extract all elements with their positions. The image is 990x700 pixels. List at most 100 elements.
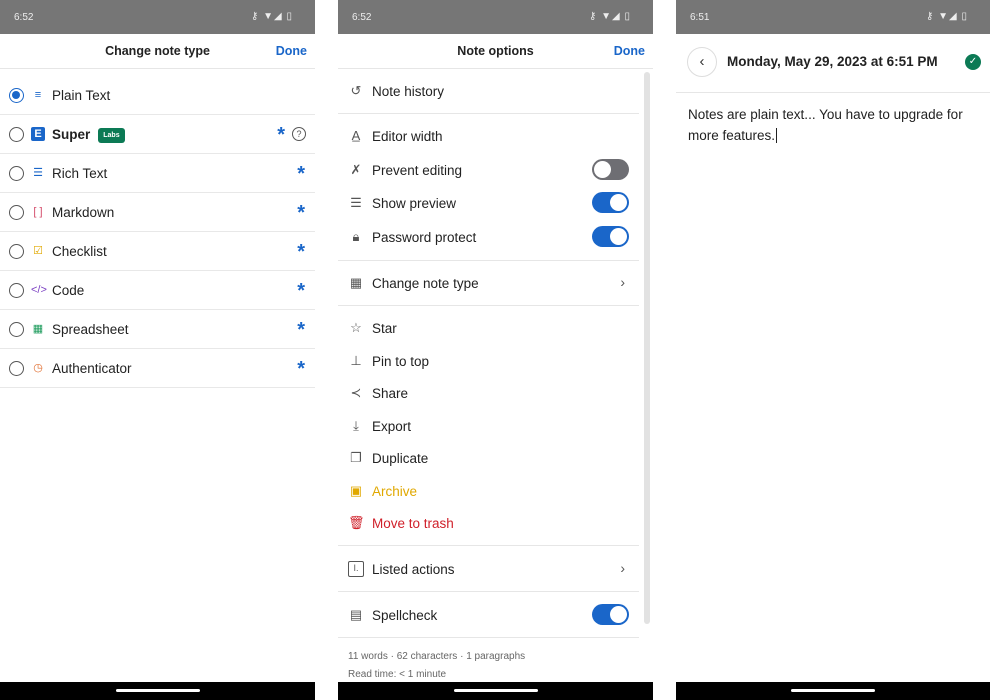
show-preview-item[interactable]: ☰ Show preview	[338, 188, 639, 218]
star-item[interactable]: ☆ Star	[338, 313, 639, 343]
radio-button[interactable]	[9, 127, 24, 142]
note-type-option[interactable]: ≡ Plain Text	[0, 76, 315, 115]
prevent-editing-toggle[interactable]	[592, 159, 629, 180]
spellcheck-item[interactable]: ▤ Spellcheck	[338, 600, 639, 630]
radio-button[interactable]	[9, 88, 24, 103]
note-body-text: Notes are plain text... You have to upgr…	[688, 107, 963, 143]
note-type-label: Plain Text	[52, 88, 110, 103]
note-title[interactable]: Monday, May 29, 2023 at 6:51 PM	[727, 54, 938, 69]
note-body-editor[interactable]: Notes are plain text... You have to upgr…	[688, 104, 978, 146]
note-type-icon: ◷	[33, 362, 43, 374]
note-type-option[interactable]: </> Code *	[0, 271, 315, 310]
editor-screen: 6:51 ⚷ ▼◢ ▯ ‹ Monday, May 29, 2023 at 6:5…	[676, 0, 990, 700]
note-type-option[interactable]: E Super Labs *?	[0, 115, 315, 154]
label-text: Spreadsheet	[52, 322, 129, 337]
divider	[676, 92, 990, 93]
listed-actions-item[interactable]: I. Listed actions ›	[338, 554, 639, 584]
note-type-icon: ☑	[33, 245, 43, 257]
label-text: Checklist	[52, 244, 107, 259]
archive-icon: ▣	[349, 483, 363, 498]
show-preview-toggle[interactable]	[592, 192, 629, 213]
note-type-option[interactable]: ☑ Checklist *	[0, 232, 315, 271]
item-label: Password protect	[372, 230, 477, 245]
prevent-editing-item[interactable]: ✗ Prevent editing	[338, 155, 639, 185]
text-cursor	[776, 128, 778, 143]
help-icon[interactable]: ?	[292, 127, 306, 141]
note-type-option[interactable]: [ ] Markdown *	[0, 193, 315, 232]
document-icon: ▤	[349, 607, 363, 622]
note-history-item[interactable]: ↺ Note history	[338, 76, 639, 106]
export-item[interactable]: ⤓ Export	[338, 411, 639, 441]
radio-button[interactable]	[9, 166, 24, 181]
item-label: Move to trash	[372, 516, 454, 531]
pin-item[interactable]: ⊥ Pin to top	[338, 346, 639, 376]
divider	[338, 305, 639, 306]
password-protect-item[interactable]: 🔒︎ Password protect	[338, 222, 639, 252]
header: Change note type Done	[0, 34, 315, 69]
premium-asterisk-icon: *	[297, 280, 305, 302]
back-button[interactable]: ‹	[687, 47, 717, 77]
saved-check-icon: ✓	[965, 54, 981, 70]
radio-button[interactable]	[9, 283, 24, 298]
radio-button[interactable]	[9, 322, 24, 337]
nav-bar	[338, 682, 653, 700]
editor-width-item[interactable]: A̲ Editor width	[338, 121, 639, 151]
label-text: Rich Text	[52, 166, 108, 181]
radio-button[interactable]	[9, 205, 24, 220]
radio-button[interactable]	[9, 244, 24, 259]
note-type-icon: [ ]	[33, 206, 43, 218]
status-time: 6:51	[690, 12, 710, 23]
chevron-right-icon: ›	[620, 274, 625, 290]
premium-asterisk-icon: *	[277, 124, 285, 146]
divider	[338, 637, 639, 638]
lock-icon: 🔒︎	[352, 229, 360, 244]
note-type-option[interactable]: ☰ Rich Text *	[0, 154, 315, 193]
star-icon: ☆	[350, 320, 362, 335]
header: Note options Done	[338, 34, 653, 69]
done-button[interactable]: Done	[276, 44, 307, 58]
note-type-label: Checklist	[52, 244, 107, 259]
note-type-icon: ▦	[32, 323, 44, 335]
item-label: Pin to top	[372, 354, 430, 369]
page-title: Note options	[457, 44, 534, 58]
archive-item[interactable]: ▣ Archive	[338, 476, 639, 506]
scrollbar[interactable]	[644, 72, 650, 624]
home-indicator[interactable]	[115, 689, 200, 692]
item-label: Editor width	[372, 129, 443, 144]
grid-icon: ▦	[349, 275, 363, 290]
status-icons: ⚷ ▼◢ ▯	[926, 11, 968, 22]
nav-bar	[676, 682, 990, 700]
home-indicator[interactable]	[791, 689, 875, 692]
radio-button[interactable]	[9, 361, 24, 376]
premium-asterisk-icon: *	[297, 202, 305, 224]
spellcheck-toggle[interactable]	[592, 604, 629, 625]
duplicate-icon: ❐	[350, 450, 362, 465]
move-to-trash-item[interactable]: 🗑︎ Move to trash	[338, 508, 639, 538]
home-indicator[interactable]	[453, 689, 538, 692]
status-time: 6:52	[352, 12, 372, 23]
download-icon: ⤓	[353, 418, 359, 433]
premium-asterisk-icon: *	[297, 358, 305, 380]
share-item[interactable]: ≺ Share	[338, 378, 639, 408]
pencil-off-icon: ✗	[350, 162, 362, 177]
duplicate-item[interactable]: ❐ Duplicate	[338, 443, 639, 473]
item-label: Archive	[372, 484, 418, 499]
item-label: Spellcheck	[372, 608, 438, 623]
note-type-option[interactable]: ◷ Authenticator *	[0, 349, 315, 388]
note-type-icon: ≡	[34, 89, 42, 101]
chevron-right-icon: ›	[620, 560, 625, 576]
note-type-icon: </>	[31, 284, 47, 296]
divider	[338, 113, 639, 114]
password-protect-toggle[interactable]	[592, 226, 629, 247]
done-button[interactable]: Done	[614, 44, 645, 58]
share-icon: ≺	[350, 385, 362, 400]
status-bar: 6:51 ⚷ ▼◢ ▯	[676, 0, 990, 34]
note-type-label: Rich Text	[52, 166, 107, 181]
note-type-icon: ☰	[33, 167, 43, 179]
change-note-type-screen: 6:52 ⚷ ▼◢ ▯ Change note type Done ≡ Plain T…	[0, 0, 315, 700]
note-type-label: Markdown	[52, 205, 114, 220]
pin-icon: ⊥	[350, 353, 362, 368]
item-label: Show preview	[372, 196, 457, 211]
note-type-option[interactable]: ▦ Spreadsheet *	[0, 310, 315, 349]
change-note-type-item[interactable]: ▦ Change note type ›	[338, 268, 639, 298]
